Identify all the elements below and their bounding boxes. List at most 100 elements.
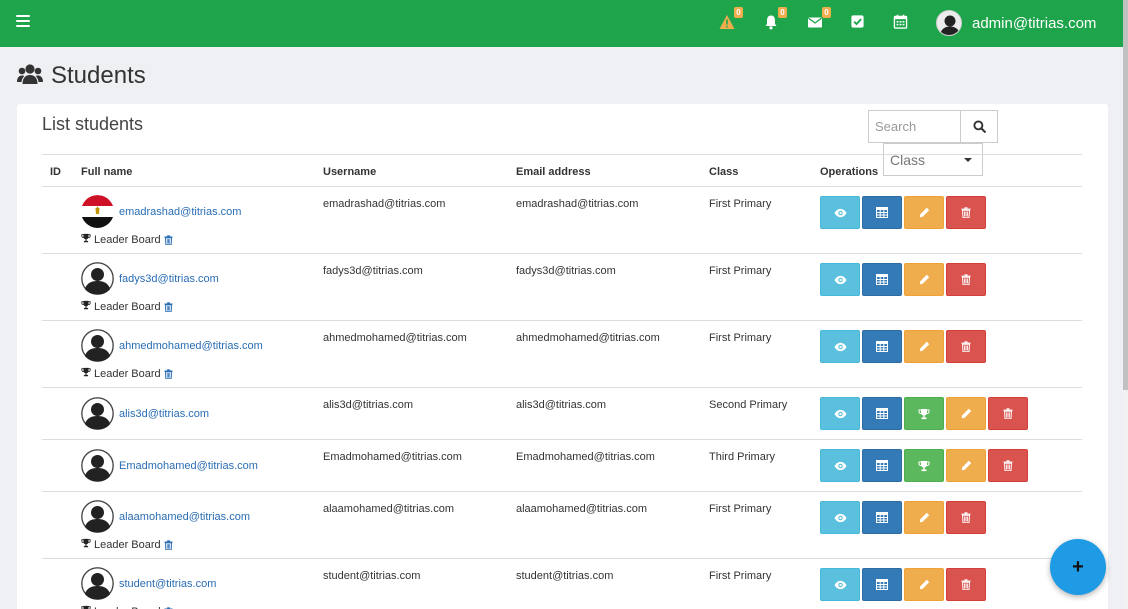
page-scrollbar[interactable] (1123, 0, 1128, 609)
view-button[interactable] (820, 330, 860, 363)
leader-board-label: Leader Board (94, 606, 161, 609)
view-button[interactable] (820, 449, 860, 482)
card-title: List students (42, 114, 144, 134)
pencil-icon (961, 408, 972, 419)
pencil-icon (919, 579, 930, 590)
timetable-button[interactable] (862, 263, 902, 296)
search-button[interactable] (960, 111, 997, 142)
student-avatar (81, 500, 114, 533)
timetable-button[interactable] (862, 501, 902, 534)
view-button[interactable] (820, 568, 860, 601)
eye-icon (833, 580, 847, 590)
header-class: Class (709, 166, 739, 178)
edit-button[interactable] (904, 196, 944, 229)
delete-button[interactable] (946, 263, 986, 296)
table-row: alis3d@titrias.com alis3d@titrias.com alis… (42, 388, 1082, 440)
student-name-link[interactable]: fadys3d@titrias.com (119, 273, 219, 285)
user-menu[interactable]: admin@titrias.com (936, 10, 1096, 36)
student-name-link[interactable]: alaamohamed@titrias.com (119, 511, 250, 523)
table-icon (876, 460, 888, 471)
view-button[interactable] (820, 263, 860, 296)
leader-board-link[interactable]: Leader Board (81, 605, 173, 609)
timetable-button[interactable] (862, 196, 902, 229)
student-name-link[interactable]: ahmedmohamed@titrias.com (119, 340, 263, 352)
delete-button[interactable] (946, 196, 986, 229)
trash-icon[interactable] (164, 368, 173, 379)
trash-icon[interactable] (164, 539, 173, 550)
trash-icon (961, 579, 971, 590)
warning-icon[interactable]: 0 (719, 7, 743, 32)
leader-board-button[interactable] (904, 397, 944, 430)
leader-board-button[interactable] (904, 449, 944, 482)
header-operations: Operations (820, 166, 879, 178)
view-button[interactable] (820, 501, 860, 534)
warnings-badge: 0 (734, 7, 743, 18)
username-cell: fadys3d@titrias.com (323, 265, 423, 277)
table-row: ahmedmohamed@titrias.com Leader Board ahme… (42, 321, 1082, 388)
edit-button[interactable] (946, 397, 986, 430)
envelope-icon[interactable]: 0 (807, 7, 831, 32)
username-cell: student@titrias.com (323, 570, 421, 582)
operations-group (820, 568, 988, 601)
operations-group (820, 263, 988, 296)
leader-board-link[interactable]: Leader Board (81, 367, 173, 380)
trash-icon (961, 207, 971, 218)
delete-button[interactable] (946, 501, 986, 534)
student-avatar (81, 195, 114, 228)
delete-button[interactable] (946, 330, 986, 363)
trophy-icon (81, 300, 91, 313)
notifications-badge: 0 (778, 7, 787, 18)
class-cell: First Primary (709, 570, 772, 582)
table-icon (876, 512, 888, 523)
edit-button[interactable] (904, 330, 944, 363)
edit-button[interactable] (946, 449, 986, 482)
student-avatar (81, 397, 114, 430)
operations-group (820, 449, 1030, 482)
eye-icon (833, 275, 847, 285)
operations-group (820, 330, 988, 363)
class-cell: Third Primary (709, 451, 776, 463)
table-icon (876, 207, 888, 218)
student-name-link[interactable]: alis3d@titrias.com (119, 408, 209, 420)
plus-icon: + (1072, 556, 1084, 578)
bell-icon[interactable]: 0 (763, 7, 787, 32)
search-input[interactable] (869, 111, 960, 142)
pencil-icon (919, 512, 930, 523)
table-icon (876, 274, 888, 285)
operations-group (820, 397, 1030, 430)
table-row: alaamohamed@titrias.com Leader Board alaam… (42, 492, 1082, 559)
edit-button[interactable] (904, 568, 944, 601)
student-name-link[interactable]: emadrashad@titrias.com (119, 206, 241, 218)
delete-button[interactable] (988, 449, 1028, 482)
timetable-button[interactable] (862, 397, 902, 430)
student-name-link[interactable]: student@titrias.com (119, 578, 216, 590)
view-button[interactable] (820, 196, 860, 229)
table-icon (876, 341, 888, 352)
student-name-link[interactable]: Emadmohamed@titrias.com (119, 460, 258, 472)
timetable-button[interactable] (862, 330, 902, 363)
leader-board-link[interactable]: Leader Board (81, 300, 173, 313)
leader-board-link[interactable]: Leader Board (81, 538, 173, 551)
class-cell: First Primary (709, 503, 772, 515)
timetable-button[interactable] (862, 568, 902, 601)
delete-button[interactable] (988, 397, 1028, 430)
trash-icon[interactable] (164, 234, 173, 245)
class-cell: First Primary (709, 265, 772, 277)
check-square-icon[interactable] (850, 14, 868, 32)
edit-button[interactable] (904, 263, 944, 296)
menu-toggle-icon[interactable] (16, 15, 30, 29)
table-body: emadrashad@titrias.com Leader Board emadra… (42, 187, 1082, 609)
trash-icon[interactable] (164, 301, 173, 312)
timetable-button[interactable] (862, 449, 902, 482)
student-avatar (81, 329, 114, 362)
table-row: fadys3d@titrias.com Leader Board fadys3d@t… (42, 254, 1082, 321)
leader-board-link[interactable]: Leader Board (81, 233, 173, 246)
delete-button[interactable] (946, 568, 986, 601)
search-group (868, 110, 998, 143)
username-cell: Emadmohamed@titrias.com (323, 451, 462, 463)
add-student-button[interactable]: + (1050, 539, 1106, 595)
page-title-text: Students (51, 62, 146, 89)
view-button[interactable] (820, 397, 860, 430)
edit-button[interactable] (904, 501, 944, 534)
calendar-icon[interactable] (893, 14, 911, 32)
